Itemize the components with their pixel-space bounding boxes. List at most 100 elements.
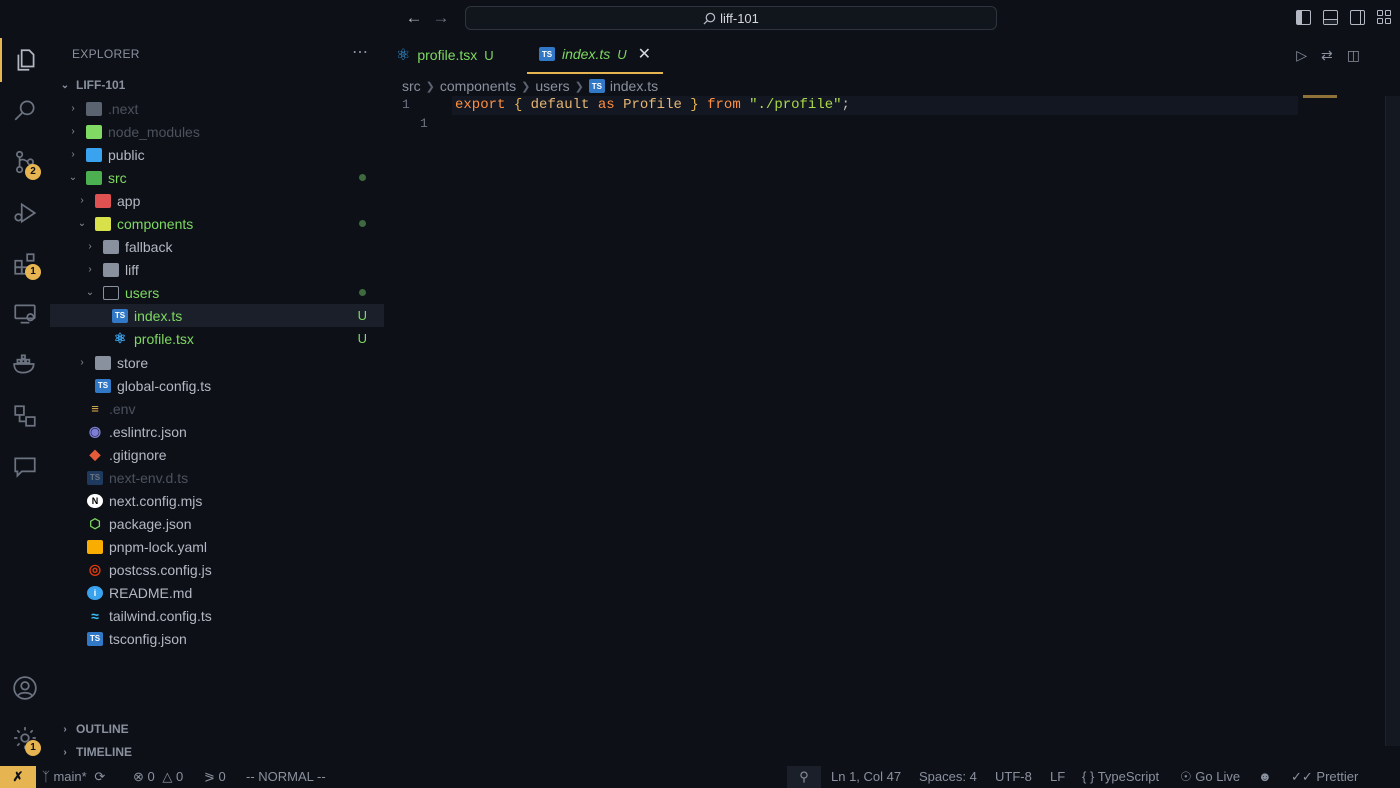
tab-label: index.ts <box>562 46 611 62</box>
language-mode[interactable]: { } TypeScript <box>1082 766 1159 788</box>
tree-item-eslintrc[interactable]: ◉ .eslintrc.json <box>50 420 384 443</box>
language-label: TypeScript <box>1097 769 1160 784</box>
tree-item-label: profile.tsx <box>134 330 194 347</box>
tree-item-users[interactable]: ⌄ users <box>50 281 384 304</box>
chat-icon[interactable] <box>0 444 50 488</box>
more-actions-icon[interactable]: ⋯ <box>352 42 368 62</box>
compare-changes-icon[interactable]: ⇄ <box>1321 47 1333 64</box>
open-folder-icon <box>103 285 119 300</box>
untracked-badge: U <box>617 46 627 62</box>
chevron-right-icon: › <box>80 195 84 206</box>
tree-item-label: postcss.config.js <box>109 561 212 578</box>
tree-item-public[interactable]: › public <box>50 143 384 166</box>
minimap-line <box>1303 95 1337 98</box>
go-live[interactable]: ☉ Go Live <box>1180 766 1240 788</box>
remote-explorer-icon[interactable] <box>0 292 50 336</box>
tree-item-components[interactable]: ⌄ components <box>50 212 384 235</box>
tree-item-profile-tsx[interactable]: ⚛ profile.tsx U <box>50 327 384 350</box>
sidebar-title: EXPLORER <box>72 47 140 61</box>
tree-item-label: store <box>117 354 149 371</box>
tree-item-label: pnpm-lock.yaml <box>109 538 208 555</box>
tree-item-index-ts[interactable]: TS index.ts U <box>50 304 384 327</box>
tree-item-liff[interactable]: › liff <box>50 258 384 281</box>
tree-item-package-json[interactable]: ⬡ package.json <box>50 512 384 535</box>
editor-scrollbar[interactable] <box>1385 96 1400 746</box>
tree-item-label: package.json <box>109 515 192 532</box>
docker-icon[interactable] <box>0 342 50 386</box>
tree-item-postcss[interactable]: ◎ postcss.config.js <box>50 558 384 581</box>
manage-gear-icon[interactable] <box>0 716 50 760</box>
breadcrumb-item[interactable]: components <box>440 78 516 94</box>
branch-status[interactable]: ᛉ main* ⟳ <box>42 766 105 788</box>
tab-profile-tsx[interactable]: ⚛ profile.tsx U <box>384 36 506 74</box>
outline-section[interactable]: › OUTLINE <box>50 718 384 740</box>
tree-item-node-modules[interactable]: › node_modules <box>50 120 384 143</box>
tree-item-app[interactable]: › app <box>50 189 384 212</box>
tree-item-label: node_modules <box>108 123 200 140</box>
copilot-icon[interactable]: ☻ <box>1258 766 1272 788</box>
tree-item-global-config[interactable]: TS global-config.ts <box>50 374 384 397</box>
cursor-position[interactable]: Ln 1, Col 47 <box>831 766 901 788</box>
end-of-line[interactable]: LF <box>1050 766 1065 788</box>
tree-item-env[interactable]: ≡ .env <box>50 397 384 420</box>
breadcrumb-item[interactable]: users <box>535 78 569 94</box>
tree-item-next-config[interactable]: N next.config.mjs <box>50 489 384 512</box>
remote-indicator-icon[interactable]: ✗ <box>0 766 36 788</box>
toggle-panel-icon[interactable] <box>1323 10 1338 25</box>
breadcrumb-item[interactable]: src <box>402 78 421 94</box>
tree-item-src[interactable]: ⌄ src <box>50 166 384 189</box>
tree-item-next[interactable]: › .next <box>50 97 384 120</box>
code-line[interactable]: export { default as Profile } from "./pr… <box>455 96 850 115</box>
zoom-icon[interactable]: ⚲ <box>787 766 821 788</box>
breadcrumb: src ❯ components ❯ users ❯ TS index.ts <box>402 76 658 96</box>
toggle-primary-sidebar-icon[interactable] <box>1296 10 1311 25</box>
accounts-icon[interactable] <box>0 666 50 710</box>
line-number: 1 <box>402 97 410 112</box>
extensions-icon[interactable] <box>0 242 50 286</box>
source-control-icon[interactable] <box>0 140 50 184</box>
chevron-down-icon: ⌄ <box>60 79 70 91</box>
tree-item-fallback[interactable]: › fallback <box>50 235 384 258</box>
search-icon[interactable] <box>0 88 50 132</box>
typescript-file-icon: TS <box>539 47 555 61</box>
workspace-root[interactable]: ⌄ LIFF-101 <box>50 74 384 96</box>
close-icon[interactable]: ✕ <box>638 44 651 64</box>
branch-label: main* <box>53 769 87 784</box>
customize-layout-icon[interactable] <box>1377 10 1392 25</box>
tree-item-label: .eslintrc.json <box>109 423 187 440</box>
problems-status[interactable]: ⊗ 0 △ 0 <box>133 766 183 788</box>
toggle-secondary-sidebar-icon[interactable] <box>1350 10 1365 25</box>
forward-arrow-icon[interactable]: → <box>431 8 451 28</box>
modified-dot <box>359 220 366 227</box>
explorer-icon[interactable] <box>0 38 50 82</box>
tree-item-store[interactable]: › store <box>50 351 384 374</box>
tree-item-label: app <box>117 192 141 209</box>
project-manager-icon[interactable] <box>0 394 50 438</box>
ports-status[interactable]: ⪖ 0 <box>204 766 226 788</box>
breadcrumb-item[interactable]: index.ts <box>610 78 658 94</box>
back-arrow-icon[interactable]: ← <box>404 8 424 28</box>
git-branch-icon: ᛉ <box>42 769 50 784</box>
tab-index-ts[interactable]: TS index.ts U ✕ <box>527 36 664 74</box>
prettier-status[interactable]: ✓✓ Prettier <box>1291 766 1358 788</box>
tree-item-next-env[interactable]: TS next-env.d.ts <box>50 466 384 489</box>
encoding[interactable]: UTF-8 <box>995 766 1032 788</box>
tree-item-tsconfig[interactable]: TS tsconfig.json <box>50 627 384 650</box>
timeline-section[interactable]: › TIMELINE <box>50 741 384 763</box>
tailwind-file-icon: ≈ <box>91 607 99 624</box>
run-icon[interactable]: ▷ <box>1296 47 1307 64</box>
title-bar: ← → liff-101 <box>0 0 1400 36</box>
broadcast-icon: ☉ <box>1180 769 1192 784</box>
status-bar: ✗ ᛉ main* ⟳ ⊗ 0 △ 0 ⪖ 0 -- NORMAL -- ⚲ L… <box>0 766 1400 788</box>
tree-item-readme[interactable]: i README.md <box>50 581 384 604</box>
tree-item-gitignore[interactable]: ◆ .gitignore <box>50 443 384 466</box>
tree-item-tailwind[interactable]: ≈ tailwind.config.ts <box>50 604 384 627</box>
run-debug-icon[interactable] <box>0 191 50 235</box>
command-center-search[interactable]: liff-101 <box>465 6 997 30</box>
code-editor[interactable]: 1 1 export { default as Profile } from "… <box>384 96 1384 766</box>
tree-item-pnpm-lock[interactable]: pnpm-lock.yaml <box>50 535 384 558</box>
split-editor-icon[interactable]: ◫ <box>1347 47 1360 64</box>
indentation[interactable]: Spaces: 4 <box>919 766 977 788</box>
folder-icon <box>95 355 111 370</box>
tree-item-label: public <box>108 146 145 163</box>
